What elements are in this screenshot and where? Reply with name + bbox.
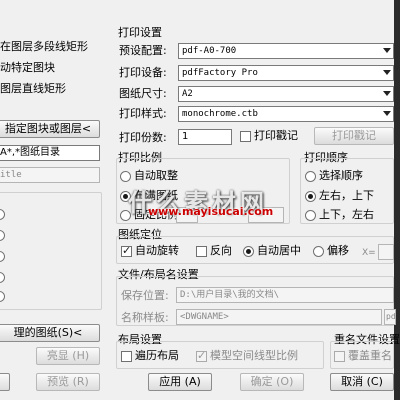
left-footer-button[interactable] xyxy=(0,373,10,391)
paper-select[interactable]: A2 xyxy=(178,86,394,102)
overwrite-checkbox[interactable] xyxy=(334,351,345,362)
auto-fit-label: 自动取整 xyxy=(134,169,178,182)
preview-button[interactable]: 预览 (R) xyxy=(36,373,100,391)
model-scale-label: 模型空间线型比例 xyxy=(210,349,298,362)
device-select[interactable]: pdfFactory Pro xyxy=(178,65,394,81)
left-options-group xyxy=(0,192,102,310)
select-order-label: 选择顺序 xyxy=(319,169,363,182)
device-label: 打印设备: xyxy=(119,66,167,79)
reverse-label: 反向 xyxy=(210,244,232,257)
print-settings-header: 打印设置 xyxy=(118,26,162,39)
lr-tb-label: 左右，上下 xyxy=(319,189,374,202)
tb-lr-label: 上下，左右 xyxy=(319,208,374,221)
traverse-layout-checkbox[interactable] xyxy=(121,351,132,362)
stamp-button[interactable]: 打印戳记 xyxy=(314,127,394,145)
apply-button[interactable]: 应用 (A) xyxy=(148,373,212,391)
name-template-input[interactable]: <DWGNAME> xyxy=(176,309,382,325)
name-template-suffix: pd xyxy=(384,309,396,325)
save-location-input[interactable]: D:\用户目录\我的文档\ xyxy=(176,287,394,303)
copies-label: 打印份数: xyxy=(119,131,167,144)
style-value: monochrome.ctb xyxy=(182,109,258,119)
preset-select[interactable]: pdf-A0-700 xyxy=(178,43,394,59)
auto-rotate-label: 自动旋转 xyxy=(135,244,179,257)
chevron-down-icon xyxy=(383,70,391,75)
offset-label: 偏移 xyxy=(327,244,349,257)
tb-lr-radio[interactable] xyxy=(305,210,316,221)
paper-value: A2 xyxy=(182,89,193,99)
traverse-layout-label: 遍历布局 xyxy=(135,349,179,362)
highlight-button[interactable]: 亮显 (H) xyxy=(36,347,100,365)
reverse-checkbox[interactable] xyxy=(196,246,207,257)
block-filter-input[interactable]: A*,*图纸目录 xyxy=(0,145,100,161)
model-scale-checkbox[interactable] xyxy=(196,349,207,362)
left-item-block[interactable]: 动特定图块 xyxy=(0,61,55,75)
device-value: pdfFactory Pro xyxy=(182,68,258,78)
style-select[interactable]: monochrome.ctb xyxy=(178,106,394,122)
paper-label: 图纸尺寸: xyxy=(119,87,167,100)
offset-x-label: X= xyxy=(362,248,376,258)
left-item-polyline-rect[interactable]: 在图层多段线矩形 xyxy=(0,40,88,54)
title-input[interactable]: itle xyxy=(0,167,100,183)
left-item-line-rect[interactable]: 图层直线矩形 xyxy=(0,82,66,96)
auto-center-radio[interactable] xyxy=(243,246,254,257)
stamp-checkbox[interactable] xyxy=(240,131,251,142)
offset-radio[interactable] xyxy=(313,246,324,257)
checked-drawings-button[interactable]: 理的图纸(S)< xyxy=(0,324,100,342)
style-label: 打印样式: xyxy=(119,107,167,120)
save-location-label: 保存位置: xyxy=(121,289,169,302)
ok-button[interactable]: 确定 (O) xyxy=(240,373,304,391)
copies-input[interactable]: 1 xyxy=(178,129,232,145)
stamp-label: 打印戳记 xyxy=(254,129,298,142)
chevron-down-icon xyxy=(383,111,391,116)
lr-tb-radio[interactable] xyxy=(305,191,316,202)
preset-label: 预设配置: xyxy=(119,44,167,57)
preset-value: pdf-A0-700 xyxy=(182,46,237,56)
auto-center-label: 自动居中 xyxy=(257,244,301,257)
name-template-label: 名称样板: xyxy=(121,311,169,324)
overwrite-label: 覆盖重名 xyxy=(348,349,392,362)
auto-rotate-checkbox[interactable] xyxy=(121,244,132,257)
auto-fit-radio[interactable] xyxy=(120,171,131,182)
chevron-down-icon xyxy=(383,48,391,53)
print-dialog: 在图层多段线矩形 动特定图块 图层直线矩形 指定图块或图层< A*,*图纸目录 … xyxy=(0,0,400,400)
cancel-button[interactable]: 取消 (C) xyxy=(330,373,394,391)
chevron-down-icon xyxy=(383,91,391,96)
watermark-url: www.mayisucai.com xyxy=(148,205,274,218)
select-order-radio[interactable] xyxy=(305,171,316,182)
specify-block-button[interactable]: 指定图块或图层< xyxy=(0,120,100,138)
offset-x-input[interactable] xyxy=(378,244,394,260)
